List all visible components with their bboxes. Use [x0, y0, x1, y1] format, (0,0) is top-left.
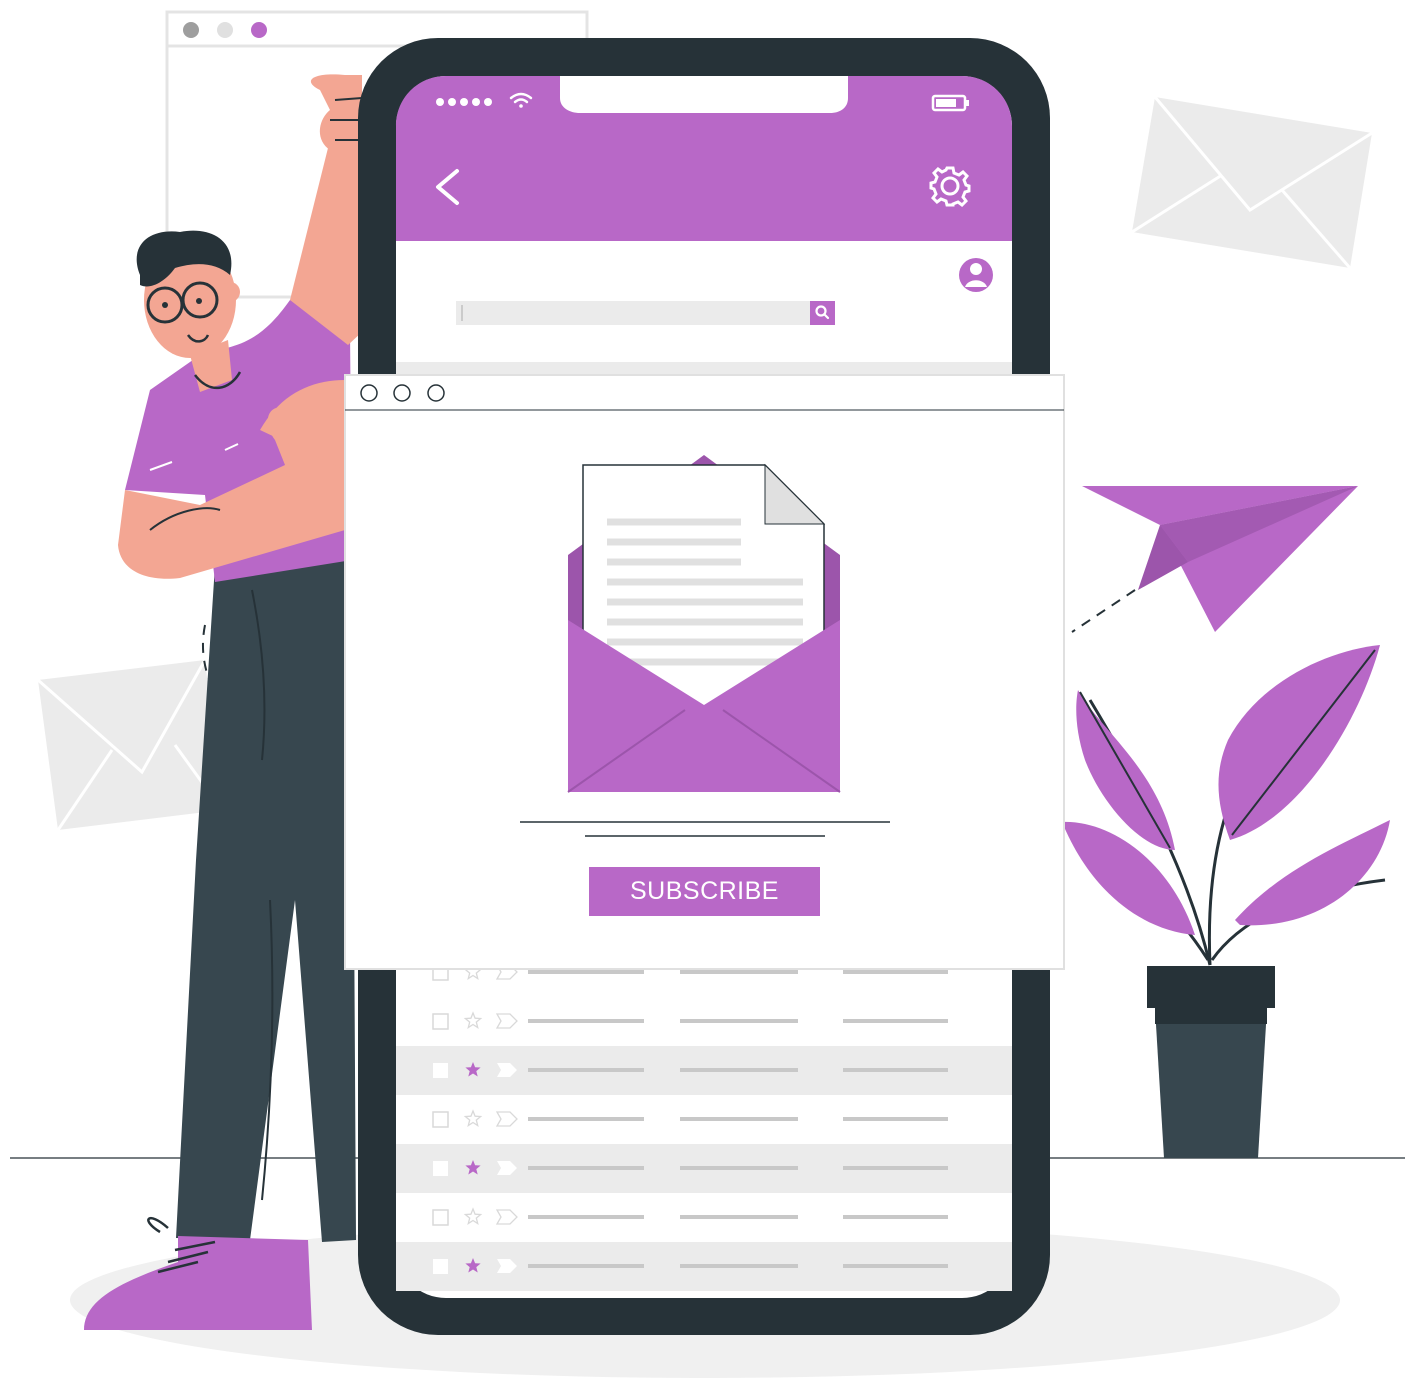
- envelope-letter-icon: [567, 455, 841, 793]
- envelope-right-icon: [1131, 96, 1373, 269]
- subscribe-button[interactable]: SUBSCRIBE: [589, 867, 820, 916]
- inbox-row[interactable]: [396, 1242, 1012, 1291]
- inbox-row[interactable]: [396, 1144, 1012, 1193]
- search-field[interactable]: [456, 301, 1262, 626]
- user-avatar-icon[interactable]: [959, 258, 993, 292]
- window-control-2[interactable]: [393, 384, 411, 402]
- window-control-3[interactable]: [427, 384, 445, 402]
- inbox-row[interactable]: [396, 1046, 1012, 1095]
- search-button[interactable]: [810, 301, 835, 325]
- row-checkbox[interactable]: [433, 1259, 448, 1274]
- illustration-scene: [10, 10, 1405, 1378]
- speaker-slot: [668, 81, 740, 89]
- window-control-1[interactable]: [360, 384, 378, 402]
- envelope-left-icon: [37, 659, 224, 831]
- row-checkbox[interactable]: [433, 1161, 448, 1176]
- row-checkbox[interactable]: [433, 1063, 448, 1078]
- potted-plant: [1062, 645, 1390, 1158]
- search-input[interactable]: [918, 604, 1262, 626]
